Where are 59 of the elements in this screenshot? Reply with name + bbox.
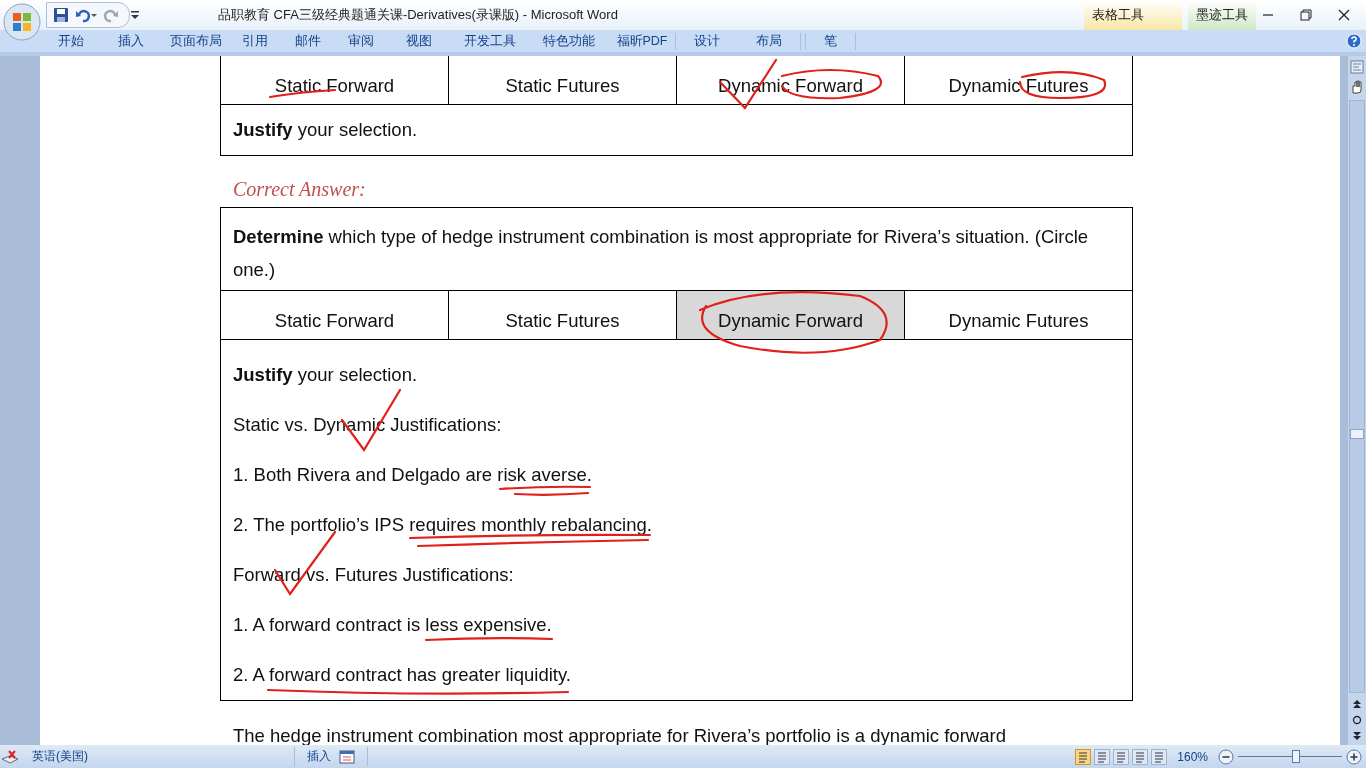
ribbon-tab[interactable]: 审阅 xyxy=(335,32,387,50)
ribbon-tab[interactable]: 开发工具 xyxy=(451,32,529,50)
zoom-level[interactable]: 160% xyxy=(1177,749,1208,764)
language-indicator[interactable]: 英语(美国) xyxy=(32,748,88,765)
ribbon-tab[interactable]: 视图 xyxy=(387,32,451,50)
justify-prompt: Justify your selection. xyxy=(233,364,418,386)
close-icon[interactable] xyxy=(1338,9,1350,21)
macro-recording-icon[interactable] xyxy=(339,749,355,764)
ribbon-tab[interactable]: 设计 xyxy=(676,32,738,50)
insert-mode-indicator[interactable]: 插入 xyxy=(307,748,331,765)
ribbon-tab[interactable]: 布局 xyxy=(738,32,800,50)
contextual-tab-group-label: 表格工具 xyxy=(1084,0,1182,30)
ribbon-tab[interactable]: 开始 xyxy=(44,32,98,50)
ribbon-tab[interactable]: 特色功能 xyxy=(529,32,609,50)
undo-icon[interactable] xyxy=(75,7,97,23)
save-icon[interactable] xyxy=(53,7,69,23)
zoom-in-icon[interactable] xyxy=(1346,748,1362,765)
print-layout-icon[interactable] xyxy=(1075,748,1092,765)
choice-cell: Static Forward xyxy=(220,56,449,105)
answer-heading: Correct Answer: xyxy=(233,178,367,201)
vertical-scrollbar[interactable] xyxy=(1348,56,1366,745)
customize-dropdown-icon[interactable] xyxy=(130,9,140,21)
draft-view-icon[interactable] xyxy=(1151,748,1168,765)
choice-cell: Dynamic Futures xyxy=(904,56,1133,105)
slider-thumb[interactable] xyxy=(1292,749,1301,763)
spelling-check-icon[interactable] xyxy=(0,748,20,765)
ribbon-tab[interactable]: 插入 xyxy=(98,32,163,50)
help-icon[interactable] xyxy=(1346,33,1362,49)
zoom-slider[interactable] xyxy=(1238,749,1342,764)
zoom-out-icon[interactable] xyxy=(1218,748,1234,765)
web-layout-icon[interactable] xyxy=(1113,748,1130,765)
window-title: 品职教育 CFA三级经典题通关课-Derivatives(录课版) - Microsoft Word xyxy=(217,6,619,24)
ribbon-tab[interactable]: 福昕PDF xyxy=(609,32,675,50)
reading-layout-icon[interactable] xyxy=(1094,748,1111,765)
contextual-tab-group-label: 墨迹工具 xyxy=(1188,0,1256,30)
body-paragraph: The hedge instrument combination most appropriate for Rivera’s portfolio is a dynamic forward xyxy=(233,725,1007,745)
choice-cell: Static Futures xyxy=(448,56,677,105)
justification-line: 1. Both Rivera and Delgado are risk averse. xyxy=(233,464,592,486)
ribbon-tab[interactable]: 引用 xyxy=(228,32,281,50)
question-prompt: Determine which type of hedge instrument combination is most appropriate for Rivera’s situation. (Circle one.) xyxy=(233,226,1089,280)
ribbon-tab[interactable]: 邮件 xyxy=(281,32,335,50)
justification-line: 1. A forward contract is less expensive. xyxy=(233,614,552,636)
justify-prompt: Justify your selection. xyxy=(233,119,418,140)
previous-page-icon[interactable] xyxy=(1352,699,1362,709)
choice-cell: Dynamic Forward xyxy=(676,290,905,340)
browse-object-icon[interactable] xyxy=(1352,715,1362,725)
hand-icon[interactable] xyxy=(1350,80,1364,94)
ribbon-tab[interactable]: 笔 xyxy=(806,32,855,50)
choice-cell: Static Forward xyxy=(220,290,449,340)
next-page-icon[interactable] xyxy=(1352,731,1362,741)
choice-cell: Static Futures xyxy=(448,290,677,340)
restore-icon[interactable] xyxy=(1300,9,1312,21)
justification-line: 2. The portfolio’s IPS requires monthly rebalancing. xyxy=(233,514,652,536)
scroll-thumb[interactable] xyxy=(1350,429,1364,439)
choice-cell: Dynamic Futures xyxy=(904,290,1133,340)
ribbon-tab[interactable]: 页面布局 xyxy=(163,32,228,50)
redo-icon[interactable] xyxy=(103,7,119,23)
justification-line: 2. A forward contract has greater liquidity. xyxy=(233,664,571,686)
outline-view-icon[interactable] xyxy=(1132,748,1149,765)
